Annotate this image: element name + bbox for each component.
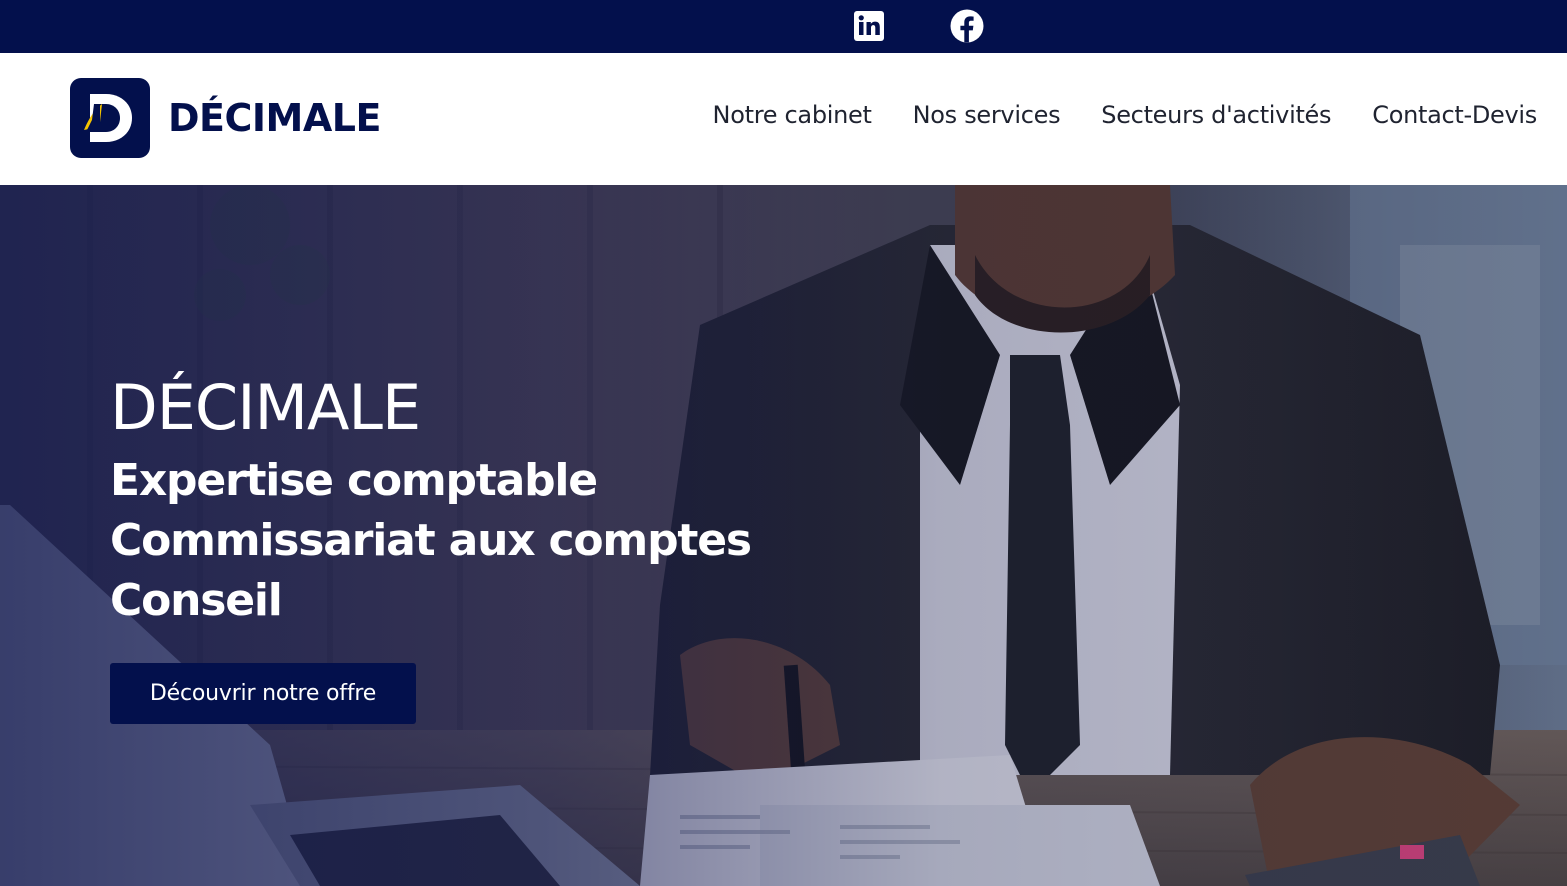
- hero-section: DÉCIMALE Expertise comptable Commissaria…: [0, 185, 1567, 886]
- main-nav: Notre cabinet Nos services Secteurs d'ac…: [713, 101, 1538, 129]
- facebook-icon: [950, 9, 984, 43]
- hero-line-expertise: Expertise comptable: [110, 455, 598, 506]
- hero-content: DÉCIMALE Expertise comptable Commissaria…: [110, 371, 752, 631]
- hero-title: DÉCIMALE: [110, 371, 421, 444]
- nav-item-secteurs-activites[interactable]: Secteurs d'activités: [1101, 101, 1331, 129]
- logo-text: DÉCIMALE: [168, 96, 381, 140]
- hero-line-commissariat: Commissariat aux comptes: [110, 515, 752, 566]
- discover-offer-button[interactable]: Découvrir notre offre: [110, 663, 416, 724]
- nav-item-contact-devis[interactable]: Contact-Devis: [1372, 101, 1537, 129]
- hero-services-list: Expertise comptable Commissariat aux com…: [110, 451, 752, 631]
- facebook-link[interactable]: [949, 8, 985, 44]
- linkedin-link[interactable]: [851, 8, 887, 44]
- logo[interactable]: DÉCIMALE: [70, 78, 381, 158]
- site-header: DÉCIMALE Notre cabinet Nos services Sect…: [0, 53, 1567, 185]
- decimale-logo-icon: [70, 78, 150, 158]
- social-bar: [0, 0, 1567, 53]
- nav-item-nos-services[interactable]: Nos services: [913, 101, 1061, 129]
- nav-item-notre-cabinet[interactable]: Notre cabinet: [713, 101, 872, 129]
- hero-line-conseil: Conseil: [110, 575, 283, 626]
- linkedin-icon: [854, 11, 884, 41]
